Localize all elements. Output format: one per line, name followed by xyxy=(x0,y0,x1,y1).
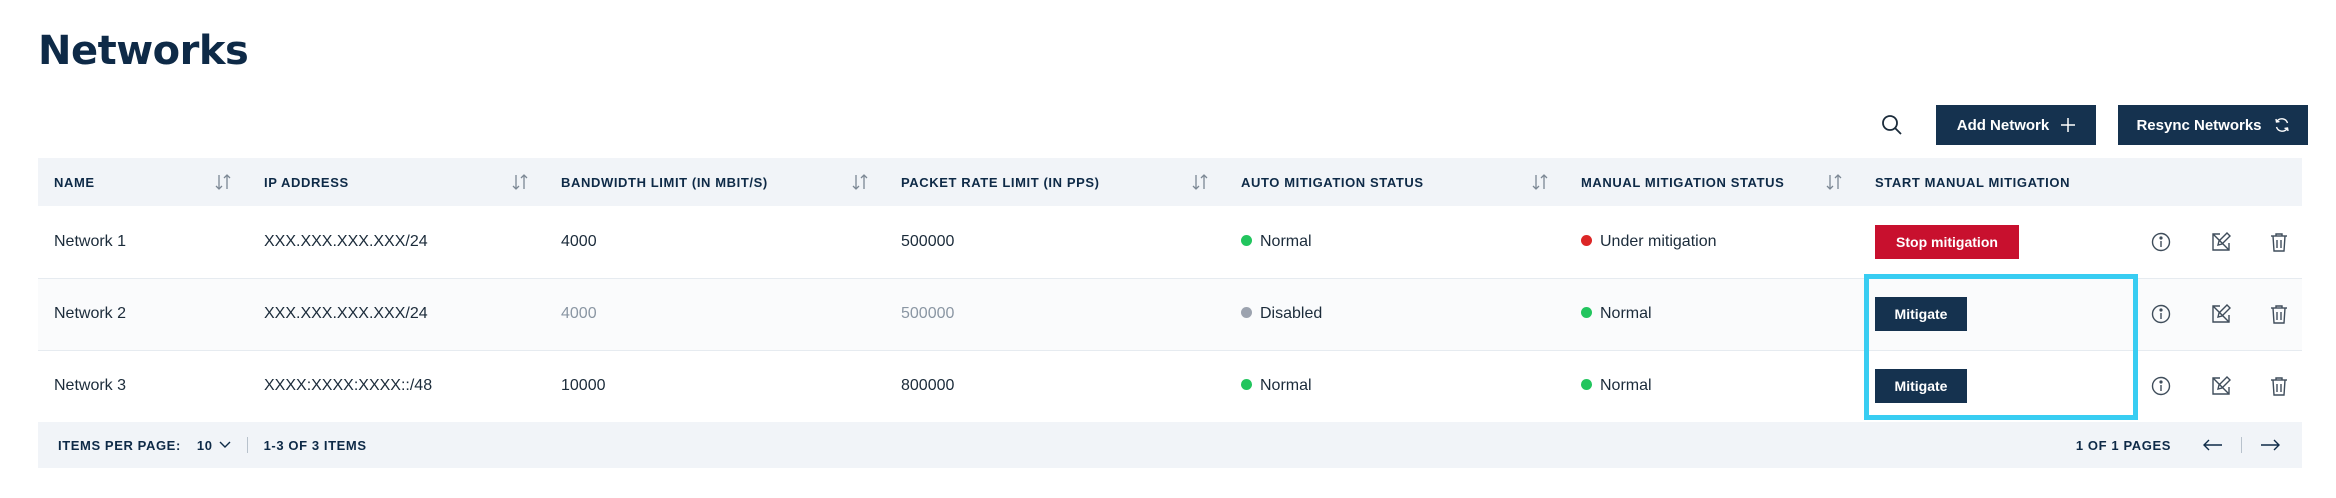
column-header-auto-mitigation-status[interactable]: Auto mitigation status xyxy=(1225,158,1565,206)
plus-icon xyxy=(2061,118,2076,132)
refresh-icon xyxy=(2274,117,2290,133)
column-header-packet-rate-limit[interactable]: Packet rate limit (in pps) xyxy=(885,158,1225,206)
sort-icon[interactable] xyxy=(1191,174,1209,193)
column-header-ip-address[interactable]: IP Address xyxy=(248,158,545,206)
cell-packet-rate-limit: 800000 xyxy=(901,377,955,394)
sort-icon[interactable] xyxy=(1825,174,1843,193)
trash-icon[interactable] xyxy=(2269,376,2289,396)
cell-bandwidth-limit: 4000 xyxy=(561,305,597,322)
stop-mitigation-button[interactable]: Stop mitigation xyxy=(1875,224,2019,259)
sort-icon[interactable] xyxy=(214,174,232,193)
cell-auto-mitigation-status: Disabled xyxy=(1225,278,1565,350)
cell-actions: Mitigate xyxy=(1859,350,2302,422)
items-per-page-label: Items per page: xyxy=(58,437,181,453)
table-row: Network 3 XXXX:XXXX:XXXX::/48 10000 8000… xyxy=(38,350,2302,422)
cell-packet-rate-limit: 500000 xyxy=(901,232,955,250)
table-row: Network 2 XXX.XXX.XXX.XXX/24 4000 500000… xyxy=(38,278,2302,350)
cell-ip-address: XXXX:XXXX:XXXX::/48 xyxy=(264,377,433,394)
sort-icon[interactable] xyxy=(511,174,529,193)
sort-icon[interactable] xyxy=(851,174,869,193)
resync-networks-button[interactable]: Resync Networks xyxy=(2118,105,2308,145)
add-network-label: Add Network xyxy=(1956,116,2050,134)
mitigate-button[interactable]: Mitigate xyxy=(1875,297,1967,331)
page-title: Networks xyxy=(38,28,249,74)
table-header-row: Name IP Address Bandwidth limit (in Mbit… xyxy=(38,158,2302,206)
cell-bandwidth-limit: 4000 xyxy=(561,232,597,250)
column-header-bandwidth-limit[interactable]: Bandwidth limit (in Mbit/s) xyxy=(545,158,885,206)
cell-manual-mitigation-status: Normal xyxy=(1565,278,1859,350)
cell-packet-rate-limit: 500000 xyxy=(901,305,955,322)
networks-table: Name IP Address Bandwidth limit (in Mbit… xyxy=(38,158,2302,423)
cell-name: Network 2 xyxy=(54,305,127,322)
divider xyxy=(246,437,248,453)
page-controls: 1 of 1 pages xyxy=(2076,437,2302,453)
resync-networks-label: Resync Networks xyxy=(2136,116,2262,134)
info-icon[interactable] xyxy=(2151,376,2171,396)
cell-ip-address: XXX.XXX.XXX.XXX/24 xyxy=(264,305,428,322)
items-per-page-value: 10 xyxy=(196,437,213,453)
cell-actions: Stop mitigation xyxy=(1859,206,2302,278)
status-dot xyxy=(1581,235,1592,247)
add-network-button[interactable]: Add Network xyxy=(1936,105,2096,145)
arrow-right-icon[interactable] xyxy=(2256,439,2284,451)
cell-auto-mitigation-status: Normal xyxy=(1225,350,1565,422)
cell-name: Network 1 xyxy=(54,232,127,250)
trash-icon[interactable] xyxy=(2269,232,2289,252)
cell-bandwidth-limit: 10000 xyxy=(561,377,606,394)
cell-name: Network 3 xyxy=(54,377,127,394)
cell-actions: Mitigate xyxy=(1859,278,2302,350)
status-dot xyxy=(1241,379,1252,391)
cell-auto-mitigation-status: Normal xyxy=(1225,206,1565,278)
pagination-bar: Items per page: 10 1-3 of 3 items 1 of 1… xyxy=(38,422,2302,468)
column-header-name[interactable]: Name xyxy=(38,158,248,206)
status-dot xyxy=(1241,307,1252,319)
chevron-down-icon xyxy=(219,441,231,448)
edit-icon[interactable] xyxy=(2210,303,2232,325)
toolbar: Add Network Resync Networks xyxy=(1872,105,2308,145)
status-dot xyxy=(1241,235,1252,247)
items-per-page-select[interactable]: 10 xyxy=(197,438,231,453)
info-icon[interactable] xyxy=(2151,232,2171,252)
edit-icon[interactable] xyxy=(2210,375,2232,397)
table-row: Network 1 XXX.XXX.XXX.XXX/24 4000 500000… xyxy=(38,206,2302,278)
cell-manual-mitigation-status: Normal xyxy=(1565,350,1859,422)
sort-icon[interactable] xyxy=(1531,174,1549,193)
mitigate-button[interactable]: Mitigate xyxy=(1875,369,1967,403)
arrow-left-icon[interactable] xyxy=(2199,439,2227,451)
page-count: 1 of 1 pages xyxy=(2075,437,2171,453)
trash-icon[interactable] xyxy=(2269,304,2289,324)
cell-manual-mitigation-status: Under mitigation xyxy=(1565,206,1859,278)
info-icon[interactable] xyxy=(2151,304,2171,324)
status-dot xyxy=(1581,307,1592,319)
status-dot xyxy=(1581,379,1592,391)
cell-ip-address: XXX.XXX.XXX.XXX/24 xyxy=(264,232,428,250)
column-header-start-manual-mitigation: Start manual mitigation xyxy=(1875,174,2071,190)
column-header-manual-mitigation-status[interactable]: Manual mitigation status xyxy=(1565,158,1859,206)
items-range: 1-3 of 3 items xyxy=(263,437,367,453)
edit-icon[interactable] xyxy=(2210,231,2232,253)
divider xyxy=(2241,437,2242,453)
search-icon[interactable] xyxy=(1872,105,1912,145)
